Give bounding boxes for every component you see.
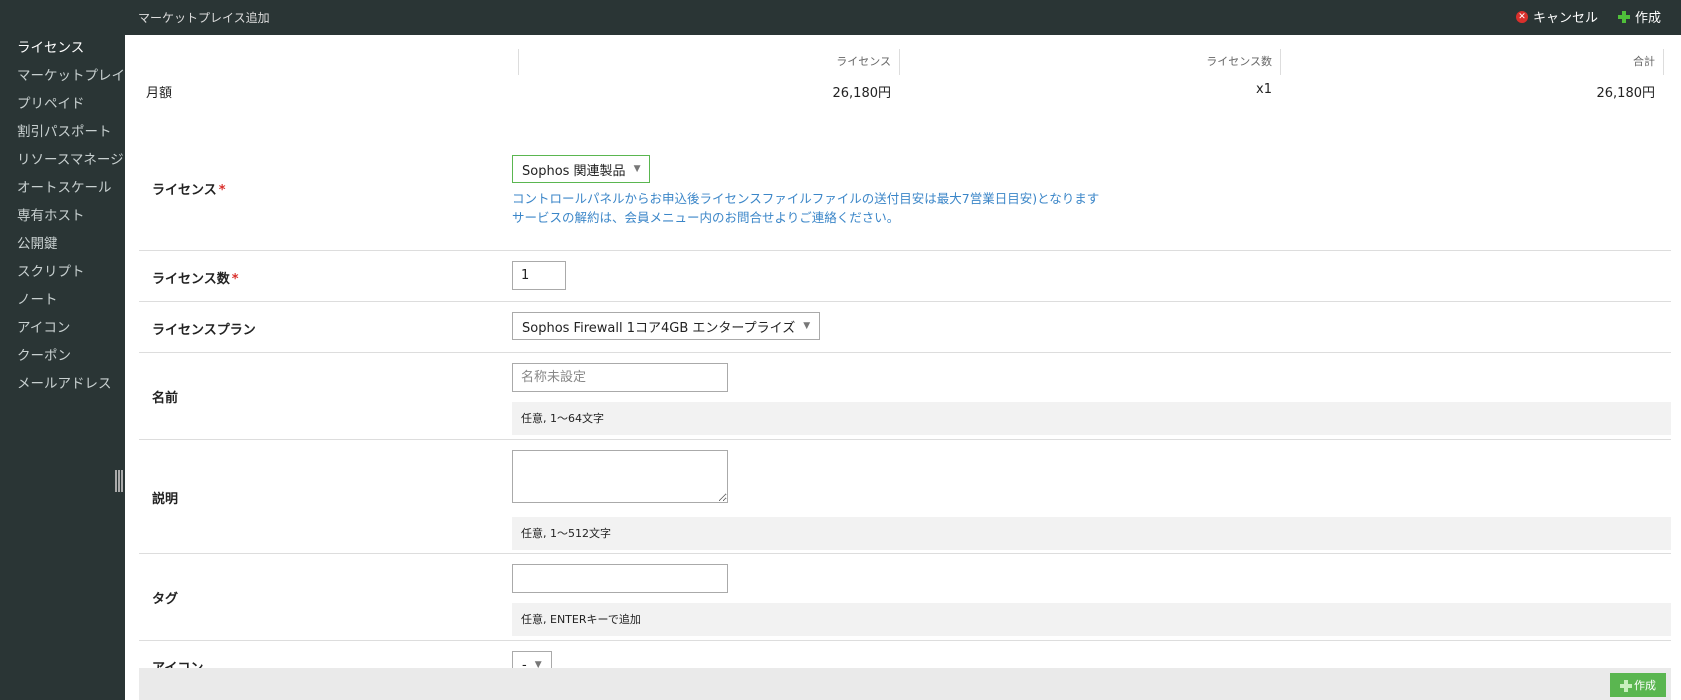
description-textarea[interactable] xyxy=(512,450,728,503)
form-row-count: ライセンス数 * xyxy=(139,251,1671,302)
description-label: 説明 xyxy=(152,492,179,507)
license-info-line2: サービスの解約は、会員メニュー内のお問合せよりご連絡ください。 xyxy=(512,210,900,225)
top-bar: マーケットプレイス追加 ✕ キャンセル 作成 xyxy=(0,0,1681,35)
chevron-down-icon: ▼ xyxy=(803,321,811,331)
name-input[interactable] xyxy=(512,363,728,392)
sidebar-item-coupon[interactable]: クーポン xyxy=(0,343,125,371)
form-footer: 作成 xyxy=(139,668,1671,700)
price-header-count: ライセンス数 xyxy=(1206,55,1272,68)
license-select[interactable]: Sophos 関連製品 ▼ xyxy=(512,155,651,183)
license-plan-select[interactable]: Sophos Firewall 1コア4GB エンタープライズ ▼ xyxy=(512,312,821,340)
cancel-label: キャンセル xyxy=(1532,11,1598,26)
license-info: コントロールパネルからお申込後ライセンスファイルファイルの送付目安は最大7営業日… xyxy=(512,189,1099,227)
plus-icon xyxy=(1620,680,1632,692)
name-label: 名前 xyxy=(152,391,179,406)
plus-icon xyxy=(1617,10,1630,23)
tags-label: タグ xyxy=(152,592,179,607)
name-hint: 任意, 1～64文字 xyxy=(512,402,1671,435)
sidebar-item-resource-manager[interactable]: リソースマネージャ xyxy=(0,147,125,175)
price-license-value: 26,180円 xyxy=(832,86,892,101)
license-label: ライセンス * xyxy=(152,183,226,198)
license-info-line1: コントロールパネルからお申込後ライセンスファイルファイルの送付目安は最大7営業日… xyxy=(512,191,1100,206)
sidebar-item-discount-passport[interactable]: 割引パスポート xyxy=(0,119,125,147)
cancel-button[interactable]: ✕ キャンセル xyxy=(1515,7,1598,26)
price-row-label: 月額 xyxy=(146,86,173,101)
main-panel: ライセンス ライセンス数 合計 月額 26,180円 x1 26,180円 ライ… xyxy=(125,35,1681,700)
price-header-total: 合計 xyxy=(1633,55,1655,68)
chevron-down-icon: ▼ xyxy=(633,164,641,174)
footer-create-button[interactable]: 作成 xyxy=(1610,673,1666,697)
sidebar-item-license[interactable]: ライセンス xyxy=(0,35,125,63)
sidebar-item-email[interactable]: メールアドレス xyxy=(0,371,125,399)
license-count-input[interactable] xyxy=(512,261,566,290)
price-total-value: 26,180円 xyxy=(1596,86,1656,101)
sidebar: ライセンス マーケットプレイス プリペイド 割引パスポート リソースマネージャ … xyxy=(0,35,125,700)
plan-label: ライセンスプラン xyxy=(152,323,256,338)
sidebar-resize-handle[interactable] xyxy=(115,470,123,492)
tags-hint: 任意, ENTERキーで追加 xyxy=(512,603,1671,636)
form-row-name: 名前 任意, 1～64文字 xyxy=(139,353,1671,440)
description-hint: 任意, 1～512文字 xyxy=(512,517,1671,550)
sidebar-item-script[interactable]: スクリプト xyxy=(0,259,125,287)
footer-create-label: 作成 xyxy=(1634,679,1656,692)
license-plan-value: Sophos Firewall 1コア4GB エンタープライズ xyxy=(522,320,796,336)
sidebar-item-note[interactable]: ノート xyxy=(0,287,125,315)
license-select-value: Sophos 関連製品 xyxy=(522,163,626,179)
form-row-tags: タグ 任意, ENTERキーで追加 xyxy=(139,554,1671,641)
required-mark: * xyxy=(231,272,239,287)
form-row-description: 説明 任意, 1～512文字 xyxy=(139,440,1671,554)
form-row-license: ライセンス * Sophos 関連製品 ▼ コントロールパネルからお申込後ライセン… xyxy=(139,109,1671,251)
create-button[interactable]: 作成 xyxy=(1617,7,1661,26)
create-label: 作成 xyxy=(1634,11,1661,26)
sidebar-item-prepaid[interactable]: プリペイド xyxy=(0,91,125,119)
price-header-license: ライセンス xyxy=(836,55,891,68)
count-label: ライセンス数 * xyxy=(152,272,239,287)
tags-input[interactable] xyxy=(512,564,728,593)
required-mark: * xyxy=(218,183,226,198)
cancel-icon: ✕ xyxy=(1515,10,1528,23)
sidebar-item-autoscale[interactable]: オートスケール xyxy=(0,175,125,203)
header-actions: ✕ キャンセル 作成 xyxy=(1515,7,1661,26)
price-count-value: x1 xyxy=(1256,82,1272,97)
sidebar-item-marketplace[interactable]: マーケットプレイス xyxy=(0,63,125,91)
sidebar-item-public-key[interactable]: 公開鍵 xyxy=(0,231,125,259)
sidebar-item-dedicated-host[interactable]: 専有ホスト xyxy=(0,203,125,231)
divider xyxy=(1663,49,1664,75)
sidebar-item-icon[interactable]: アイコン xyxy=(0,315,125,343)
form-row-plan: ライセンスプラン Sophos Firewall 1コア4GB エンタープライズ… xyxy=(139,302,1671,353)
form-row-icon: アイコン - ▼ xyxy=(139,641,1671,679)
page-title: マーケットプレイス追加 xyxy=(138,11,270,25)
